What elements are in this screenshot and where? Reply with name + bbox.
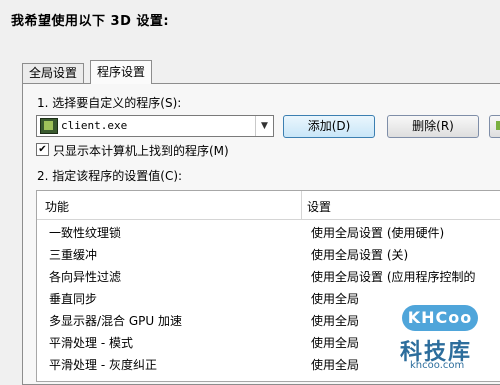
step1-label: 1. 选择要自定义的程序(S):	[37, 96, 182, 110]
column-header-setting[interactable]: 设置	[307, 198, 331, 215]
row-setting[interactable]: 使用全局设置 (关)	[311, 246, 408, 263]
row-feature: 各向异性过滤	[49, 270, 122, 284]
watermark-logo: KHCoo 科技库 khcoo.com	[380, 300, 498, 372]
row-feature: 多显示器/混合 GPU 加速	[49, 314, 182, 328]
chevron-down-icon[interactable]: ▼	[255, 116, 273, 136]
row-setting[interactable]: 使用全局	[311, 312, 359, 329]
program-select[interactable]: client.exe ▼	[36, 115, 274, 137]
add-button[interactable]: 添加(D)	[283, 115, 375, 138]
row-feature: 一致性纹理锁	[49, 226, 122, 240]
watermark-url: khcoo.com	[410, 360, 465, 371]
row-setting[interactable]: 使用全局	[311, 334, 359, 351]
restore-button-partial[interactable]	[489, 115, 500, 138]
table-row[interactable]: 各向异性过滤 使用全局设置 (应用程序控制的	[37, 264, 500, 288]
row-setting[interactable]: 使用全局	[311, 356, 359, 373]
tab-program-settings[interactable]: 程序设置	[90, 60, 153, 84]
column-divider[interactable]	[301, 191, 302, 219]
row-feature: 垂直同步	[49, 292, 98, 306]
dialog-heading: 我希望使用以下 3D 设置:	[11, 14, 170, 29]
row-feature: 三重缓冲	[49, 248, 98, 262]
row-setting[interactable]: 使用全局设置 (应用程序控制的	[311, 268, 476, 285]
step2-label: 2. 指定该程序的设置值(C):	[37, 169, 183, 183]
column-header-feature[interactable]: 功能	[45, 198, 69, 215]
row-setting[interactable]: 使用全局	[311, 290, 359, 307]
show-local-programs-checkbox[interactable]: ✔	[36, 143, 49, 156]
show-local-programs-label: 只显示本计算机上找到的程序(M)	[53, 144, 229, 158]
tab-global-settings[interactable]: 全局设置	[22, 63, 85, 83]
restore-icon	[496, 121, 500, 130]
delete-button[interactable]: 删除(R)	[387, 115, 479, 138]
program-select-value: client.exe	[61, 119, 128, 132]
row-setting[interactable]: 使用全局设置 (使用硬件)	[311, 224, 444, 241]
grid-header: 功能 设置	[37, 191, 500, 220]
row-feature: 平滑处理 - 灰度纠正	[49, 358, 157, 372]
table-row[interactable]: 三重缓冲 使用全局设置 (关)	[37, 242, 500, 266]
watermark-brand: KHCoo	[402, 305, 478, 331]
table-row[interactable]: 一致性纹理锁 使用全局设置 (使用硬件)	[37, 220, 500, 244]
program-icon	[40, 118, 58, 134]
row-feature: 平滑处理 - 模式	[49, 336, 133, 350]
